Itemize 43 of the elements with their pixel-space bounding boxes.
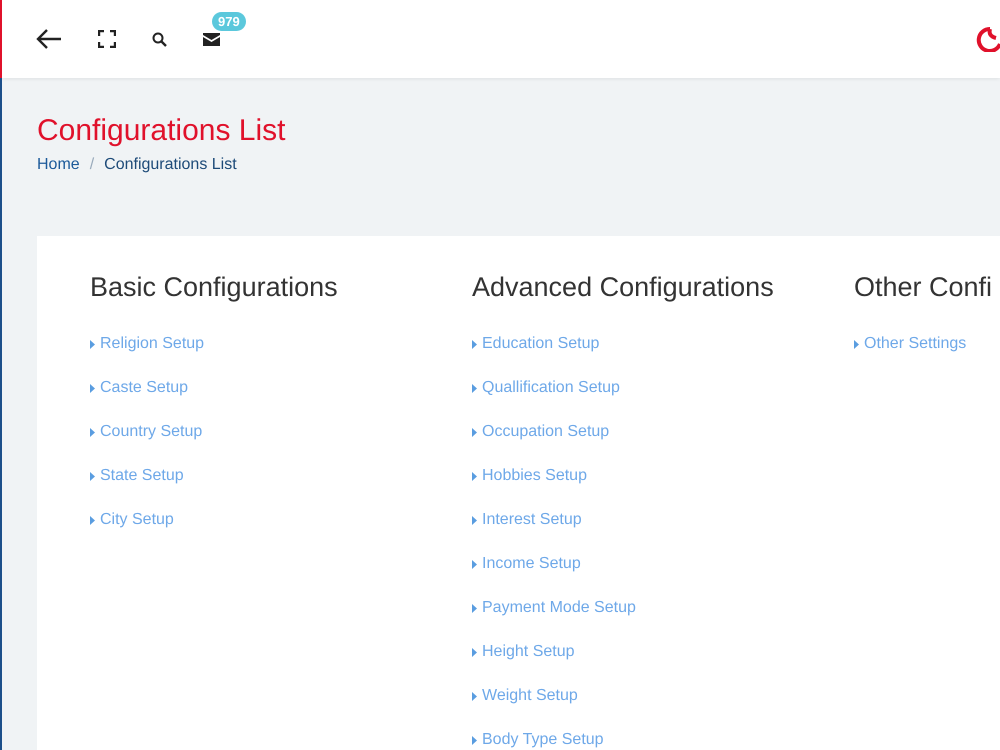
config-link[interactable]: Body Type Setup: [472, 718, 604, 750]
caret-icon: [472, 648, 477, 656]
config-link[interactable]: Income Setup: [472, 542, 581, 586]
config-link[interactable]: Quallification Setup: [472, 366, 620, 410]
config-link[interactable]: Interest Setup: [472, 498, 582, 542]
config-link[interactable]: Hobbies Setup: [472, 454, 587, 498]
page-title: Configurations List: [37, 114, 286, 148]
breadcrumb-link[interactable]: Home: [37, 156, 80, 174]
caret-icon: [472, 604, 477, 612]
caret-icon: [90, 472, 95, 480]
config-link[interactable]: Other Settings: [854, 322, 966, 366]
section-heading: Basic Configurations: [90, 272, 339, 303]
config-link[interactable]: Education Setup: [472, 322, 600, 366]
caret-icon: [472, 516, 477, 524]
config-link[interactable]: Occupation Setup: [472, 410, 610, 454]
caret-icon: [90, 340, 95, 348]
caret-icon: [854, 340, 859, 348]
config-link[interactable]: Caste Setup: [90, 366, 188, 410]
notification-badge: 979: [212, 12, 246, 30]
config-link[interactable]: State Setup: [90, 454, 184, 498]
config-link[interactable]: Height Setup: [472, 630, 575, 674]
search-button[interactable]: [152, 32, 167, 46]
fullscreen-button[interactable]: [98, 30, 116, 48]
config-link[interactable]: City Setup: [90, 498, 174, 542]
back-button[interactable]: [36, 29, 62, 49]
config-link[interactable]: Payment Mode Setup: [472, 586, 636, 630]
caret-icon: [90, 516, 95, 524]
section-heading: Other Confi: [854, 272, 994, 303]
breadcrumb-link[interactable]: Configurations List: [104, 156, 237, 174]
caret-icon: [90, 428, 95, 436]
config-link[interactable]: Religion Setup: [90, 322, 204, 366]
caret-icon: [472, 384, 477, 392]
caret-icon: [472, 472, 477, 480]
breadcrumb-separator: /: [90, 156, 94, 174]
section-heading: Advanced Configurations: [472, 272, 775, 303]
caret-icon: [472, 692, 477, 700]
caret-icon: [472, 560, 477, 568]
config-link[interactable]: Country Setup: [90, 410, 202, 454]
caret-icon: [472, 340, 477, 348]
caret-icon: [90, 384, 95, 392]
caret-icon: [472, 736, 477, 744]
config-link[interactable]: Weight Setup: [472, 674, 578, 718]
caret-icon: [472, 428, 477, 436]
